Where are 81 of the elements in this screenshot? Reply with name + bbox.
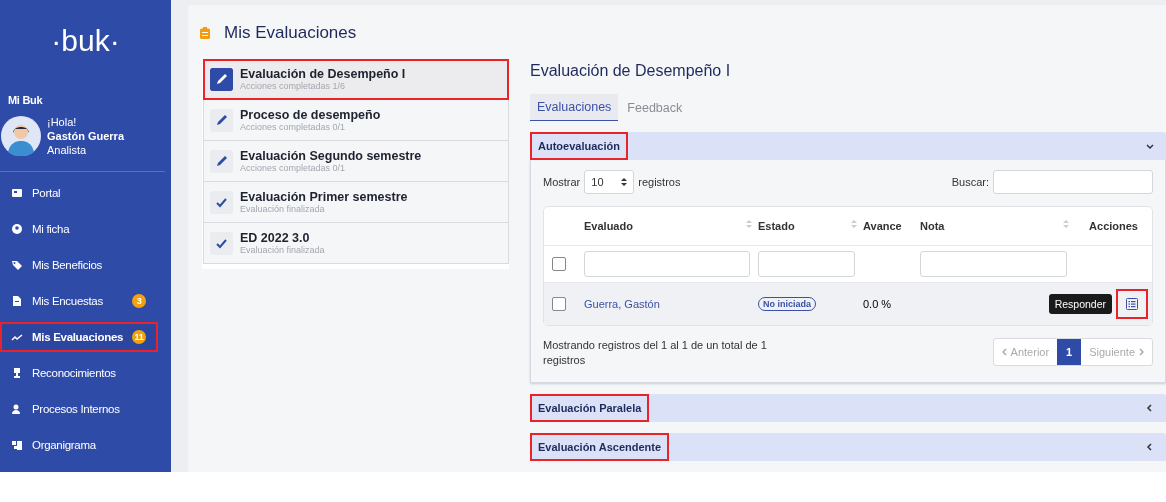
column-header[interactable]: Evaluado (584, 220, 633, 232)
org-chart-icon (11, 439, 23, 451)
search-field[interactable] (993, 170, 1153, 194)
column-header[interactable]: Nota (920, 220, 945, 232)
search-label: Buscar: (951, 176, 989, 188)
section-title[interactable]: Evaluación Paralela (530, 394, 650, 422)
section-header[interactable]: Autoevaluación (530, 132, 1166, 160)
chevron-left-icon[interactable] (1146, 443, 1154, 451)
avatar (1, 116, 41, 156)
list-button[interactable] (1116, 289, 1148, 319)
evaluation-title: Proceso de desempeño (240, 108, 381, 122)
section-header[interactable]: Evaluación Ascendente (530, 433, 1166, 461)
user-name: Gastón Guerra (47, 129, 125, 143)
table-cell-text: 0.0 % (863, 298, 893, 310)
tag-icon (11, 259, 23, 271)
evaluation-heading: Evaluación de Desempeño I (530, 62, 732, 81)
document-icon (11, 295, 23, 307)
sort-icon (621, 178, 628, 186)
page-size-select[interactable]: 10 (584, 170, 635, 194)
evaluation-item[interactable]: Evaluación Segundo semestre Acciones completadas 0/1 (203, 141, 509, 182)
page-button[interactable]: 1 (1057, 339, 1082, 365)
filter-field[interactable] (920, 251, 1067, 277)
section-label: Mi Buk (8, 94, 44, 106)
records-label: registros (638, 176, 681, 188)
evaluation-status: Evaluación finalizada (240, 204, 326, 214)
column-header[interactable]: Avance (863, 220, 902, 232)
sort-icon[interactable] (746, 220, 752, 228)
checkbox[interactable] (552, 297, 566, 311)
trophy-icon (11, 367, 23, 379)
page-title: Mis Evaluaciones (224, 23, 357, 43)
sidebar-item[interactable]: Mis Beneficios (0, 250, 158, 280)
filter-field[interactable] (758, 251, 855, 277)
records-info: Mostrando registros del 1 al 1 de un total de 1 registros (543, 338, 768, 368)
person-icon (11, 403, 23, 415)
evaluation-title: ED 2022 3.0 (240, 231, 311, 245)
sort-icon[interactable] (851, 220, 857, 228)
evaluation-status: Acciones completadas 1/6 (240, 81, 347, 91)
column-header[interactable]: Acciones (1089, 220, 1138, 232)
evaluation-item[interactable]: Evaluación de Desempeño I Acciones completadas 1/6 (203, 59, 509, 100)
tab[interactable]: Evaluaciones (530, 94, 619, 121)
evaluation-item[interactable]: Evaluación Primer semestre Evaluación finalizada (203, 182, 509, 223)
count-badge: 11 (132, 330, 146, 344)
pencil-icon (210, 67, 233, 91)
trend-icon (11, 331, 23, 343)
user-icon (11, 223, 23, 235)
show-label: Mostrar (543, 176, 581, 188)
employee-link[interactable]: Guerra, Gastón (584, 298, 758, 310)
chevron-down-icon[interactable] (1146, 142, 1154, 150)
evaluation-item[interactable]: Proceso de desempeño Acciones completadas 0/1 (203, 100, 509, 141)
sidebar-item[interactable]: Organigrama (0, 430, 158, 460)
user-role: Analista (47, 143, 88, 157)
sidebar-item[interactable]: Reconocimientos (0, 358, 158, 388)
list-icon (1126, 298, 1138, 310)
chevron-right-icon (1139, 348, 1144, 356)
logo[interactable]: ·buk· (51, 24, 120, 64)
filter-field[interactable] (584, 251, 750, 277)
tooltip: Responder (1048, 294, 1112, 314)
sort-icon[interactable] (1063, 220, 1069, 228)
sidebar-item[interactable]: Portal (0, 178, 158, 208)
column-header[interactable]: Estado (758, 220, 795, 232)
evaluation-title: Evaluación de Desempeño I (240, 67, 406, 81)
clipboard-icon (200, 27, 210, 39)
chevron-left-icon[interactable] (1146, 404, 1154, 412)
evaluation-status: Acciones completadas 0/1 (240, 122, 347, 132)
evaluation-title: Evaluación Segundo semestre (240, 149, 422, 163)
section-title[interactable]: Autoevaluación (530, 132, 628, 160)
evaluation-status: Evaluación finalizada (240, 245, 325, 255)
sidebar-item[interactable]: Procesos Internos (0, 394, 158, 424)
evaluation-title: Evaluación Primer semestre (240, 190, 408, 204)
section-header[interactable]: Evaluación Paralela (530, 394, 1166, 422)
sidebar-item[interactable]: Mis Encuestas 3 (0, 286, 158, 316)
section-title[interactable]: Evaluación Ascendente (530, 433, 670, 461)
evaluation-status: Acciones completadas 0/1 (240, 163, 347, 173)
evaluation-item[interactable]: ED 2022 3.0 Evaluación finalizada (203, 223, 509, 264)
portal-icon (11, 187, 23, 199)
sidebar-item[interactable]: Mis Evaluaciones 11 (0, 322, 158, 352)
sidebar-item[interactable]: Mi ficha (0, 214, 158, 244)
greeting: ¡Hola! (47, 115, 78, 129)
chevron-left-icon (1001, 348, 1007, 356)
checkbox[interactable] (552, 257, 566, 271)
count-badge: 3 (132, 294, 146, 308)
